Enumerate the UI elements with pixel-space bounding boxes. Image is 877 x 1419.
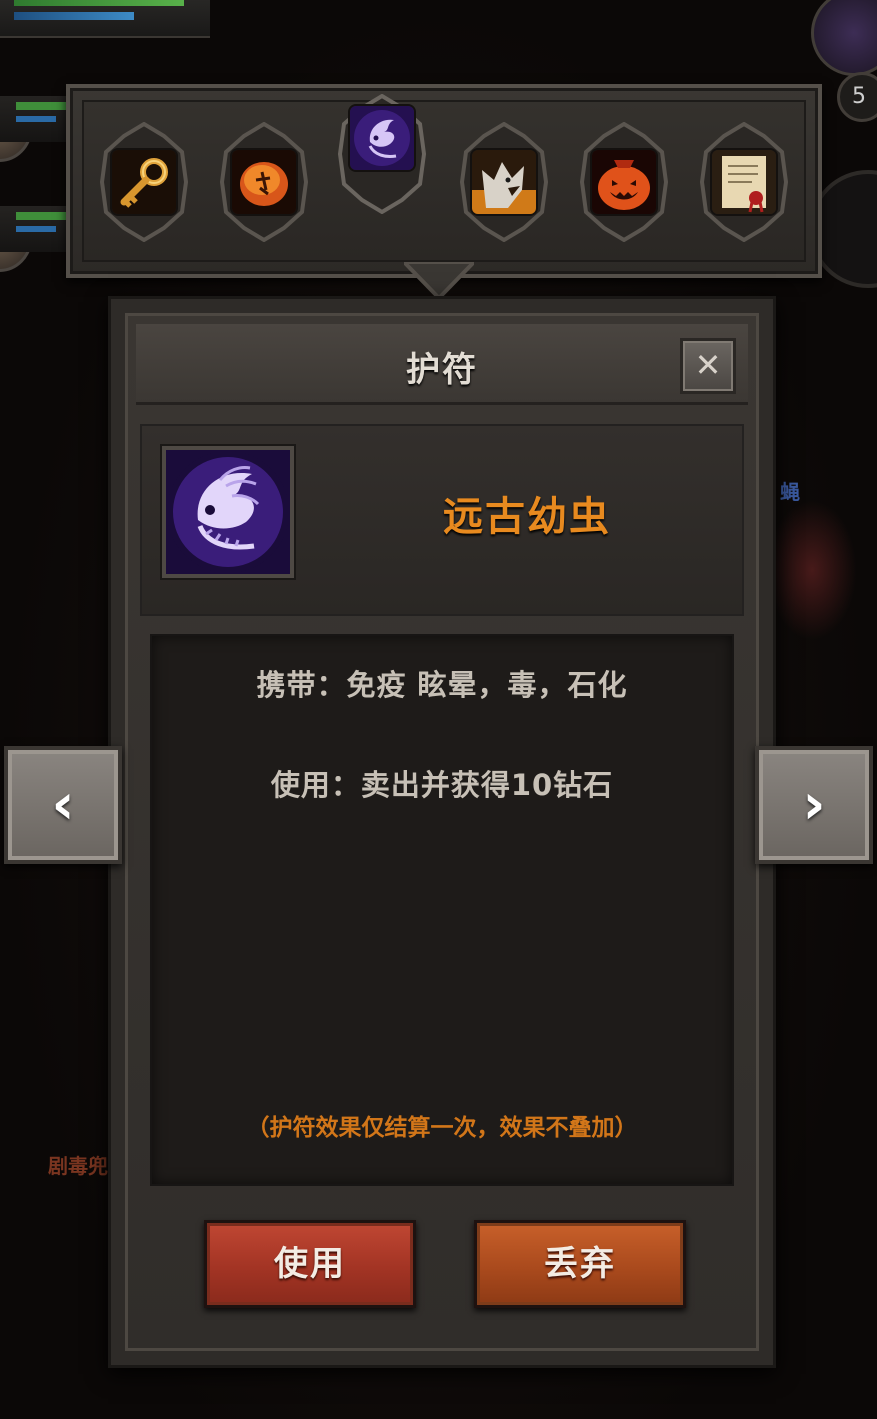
next-item-button[interactable]: › [755, 746, 873, 864]
amulet-note-text: （护符效果仅结算一次，效果不叠加） [246, 1115, 638, 1141]
chevron-left-icon: ‹ [51, 772, 75, 837]
ally-status-bar [0, 206, 75, 252]
ancient-larva-icon [350, 106, 414, 170]
golden-key-icon [112, 150, 176, 214]
description-panel: 携带：免疫 眩晕，毒，石化 使用：卖出并获得10钻石 （护符效果仅结算一次，效果… [150, 634, 734, 1186]
close-icon: ✕ [694, 346, 722, 384]
prev-item-button[interactable]: ‹ [4, 746, 122, 864]
ally-status-bar [0, 96, 75, 142]
pumpkin-bag-icon [592, 150, 656, 214]
level-badge: 5 [837, 72, 877, 122]
mp-fill [14, 12, 134, 20]
dialog-body: 护符 ✕ 远古幼虫 携带：免疫 眩晕，毒，石化 使用：卖出并获得10钻石 （护符… [125, 313, 759, 1351]
enemy-name-label: 蝇 [780, 480, 800, 504]
hp-fill [14, 0, 184, 6]
scroll-icon [712, 150, 776, 214]
carry-effect-text: 携带：免疫 眩晕，毒，石化 [256, 668, 628, 702]
player-hp-bar [0, 0, 210, 38]
amulet-dialog: 护符 ✕ 远古幼虫 携带：免疫 眩晕，毒，石化 使用：卖出并获得10钻石 （护符… [108, 296, 776, 1368]
wolf-head-icon [472, 150, 536, 214]
enemy-portrait[interactable] [811, 0, 877, 76]
close-button[interactable]: ✕ [680, 338, 736, 394]
chevron-right-icon: › [802, 772, 826, 837]
game-screen: 5 剧毒兜 蝇 护符 ✕ 远古幼虫 携带：免疫 眩晕，毒，石化 使用：卖出并获得… [0, 0, 877, 1419]
inventory-slot-scroll[interactable] [694, 122, 794, 242]
amber-insect-icon [232, 150, 296, 214]
inventory-slot-wolf[interactable] [454, 122, 554, 242]
use-button[interactable]: 使用 [204, 1220, 416, 1308]
inventory-slot-key[interactable] [94, 122, 194, 242]
dialog-header: 护符 ✕ [136, 324, 748, 405]
item-header-panel: 远古幼虫 [140, 424, 744, 616]
discard-button[interactable]: 丢弃 [474, 1220, 686, 1308]
use-effect-text: 使用：卖出并获得10钻石 [270, 768, 614, 802]
enemy-name-label: 剧毒兜 [48, 1154, 108, 1178]
dialog-title: 护符 [406, 350, 478, 390]
item-name: 远古幼虫 [443, 494, 611, 540]
ancient-larva-icon [162, 446, 294, 578]
inventory-slot-amber[interactable] [214, 122, 314, 242]
inventory-slot-larva[interactable] [332, 94, 432, 214]
inventory-slot-pumpkin[interactable] [574, 122, 674, 242]
background-monster [767, 500, 857, 640]
